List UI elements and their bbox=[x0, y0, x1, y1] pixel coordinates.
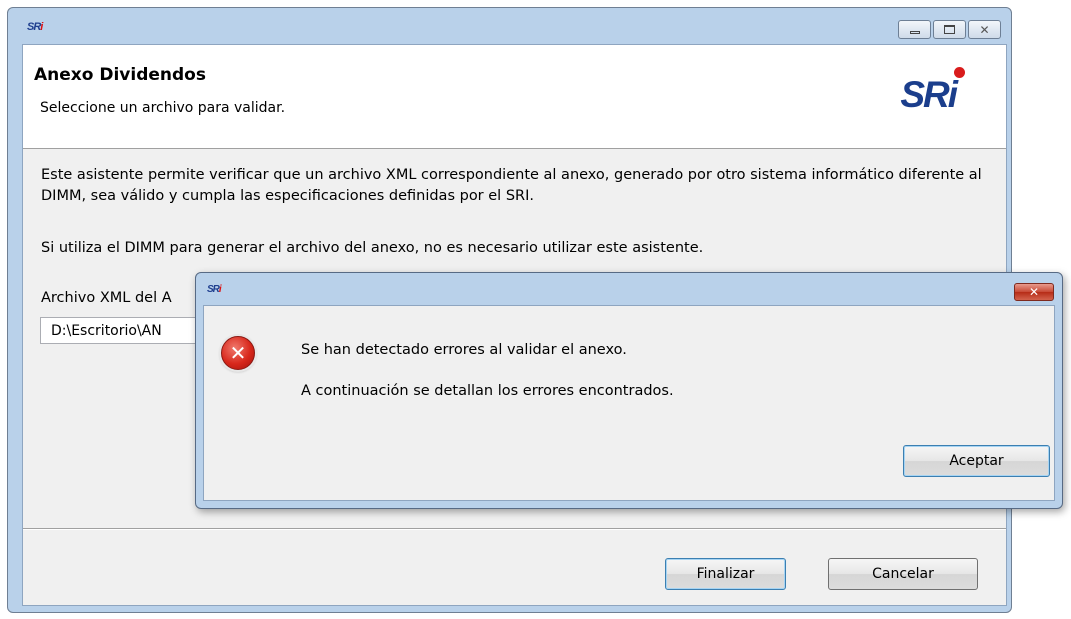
maximize-button[interactable] bbox=[933, 20, 966, 39]
note-text: Si utiliza el DIMM para generar el archi… bbox=[41, 240, 704, 256]
close-icon: ✕ bbox=[979, 22, 990, 37]
footer-divider bbox=[23, 528, 1006, 530]
file-label: Archivo XML del A bbox=[41, 290, 172, 306]
error-detail-message: A continuación se detallan los errores e… bbox=[301, 383, 674, 399]
dialog-client-area: ✕ Se han detectado errores al validar el… bbox=[203, 305, 1055, 501]
minimize-icon bbox=[909, 31, 920, 34]
dialog-app-icon: SRi bbox=[207, 284, 222, 295]
error-icon: ✕ bbox=[221, 336, 255, 370]
wizard-header: Anexo Dividendos Seleccione un archivo p… bbox=[23, 45, 1006, 149]
close-icon: ✕ bbox=[1028, 285, 1040, 299]
wizard-titlebar[interactable]: SRi ✕ bbox=[8, 8, 1011, 44]
accept-button[interactable]: Aceptar bbox=[903, 445, 1050, 477]
page-title: Anexo Dividendos bbox=[34, 65, 206, 85]
dialog-close-button[interactable]: ✕ bbox=[1014, 283, 1054, 301]
page-subtitle: Seleccione un archivo para validar. bbox=[40, 100, 286, 116]
finish-button[interactable]: Finalizar bbox=[665, 558, 786, 590]
sri-logo: SRi bbox=[900, 67, 965, 116]
error-message: Se han detectado errores al validar el a… bbox=[301, 342, 627, 358]
app-icon: SRi bbox=[27, 21, 43, 33]
description-text: Este asistente permite verificar que un … bbox=[41, 167, 982, 204]
error-dialog: SRi ✕ ✕ Se han detectado errores al vali… bbox=[195, 272, 1063, 509]
cancel-button[interactable]: Cancelar bbox=[828, 558, 978, 590]
minimize-button[interactable] bbox=[898, 20, 931, 39]
window-controls: ✕ bbox=[898, 20, 1001, 39]
maximize-icon bbox=[944, 25, 955, 34]
close-button[interactable]: ✕ bbox=[968, 20, 1001, 39]
